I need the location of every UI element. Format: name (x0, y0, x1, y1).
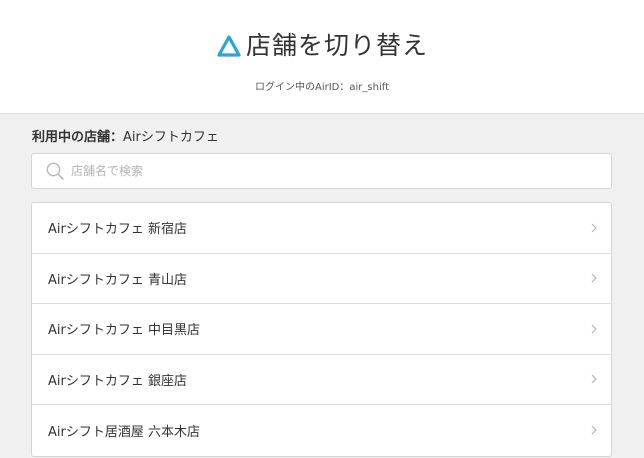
page-header: 店舗を切り替え ログイン中のAirID：air_shift (0, 0, 644, 114)
store-name: Airシフトカフェ 中目黒店 (48, 323, 200, 339)
airshift-logo-icon (216, 34, 242, 58)
current-store-name: Airシフトカフェ (123, 130, 219, 145)
store-item-nakameguro[interactable]: Airシフトカフェ 中目黒店 (32, 304, 611, 355)
title-row: 店舗を切り替え (0, 28, 644, 64)
store-list: Airシフトカフェ 新宿店 Airシフトカフェ 青山店 Airシフトカフェ 中目… (31, 202, 612, 457)
chevron-right-icon (589, 222, 599, 234)
store-name: Airシフト居酒屋 六本木店 (48, 424, 200, 440)
page-title: 店舗を切り替え (245, 31, 428, 60)
current-store: 利用中の店舗：Airシフトカフェ (32, 129, 219, 147)
store-item-roppongi[interactable]: Airシフト居酒屋 六本木店 (32, 405, 611, 456)
chevron-right-icon (589, 424, 599, 436)
airid-value: air_shift (349, 82, 389, 93)
chevron-right-icon (589, 323, 599, 335)
current-store-label: 利用中の店舗： (32, 130, 124, 145)
chevron-right-icon (589, 373, 599, 385)
store-name: Airシフトカフェ 青山店 (48, 272, 187, 288)
airid-label: ログイン中のAirID： (255, 82, 350, 93)
search-icon (45, 161, 65, 181)
store-item-aoyama[interactable]: Airシフトカフェ 青山店 (32, 254, 611, 304)
store-name: Airシフトカフェ 新宿店 (48, 222, 187, 238)
chevron-right-icon (589, 272, 599, 284)
search-box[interactable] (31, 153, 612, 189)
store-name: Airシフトカフェ 銀座店 (48, 373, 187, 389)
login-airid: ログイン中のAirID：air_shift (0, 81, 644, 95)
store-item-ginza[interactable]: Airシフトカフェ 銀座店 (32, 355, 611, 405)
store-item-shinjuku[interactable]: Airシフトカフェ 新宿店 (32, 203, 611, 254)
search-input[interactable] (71, 156, 571, 186)
